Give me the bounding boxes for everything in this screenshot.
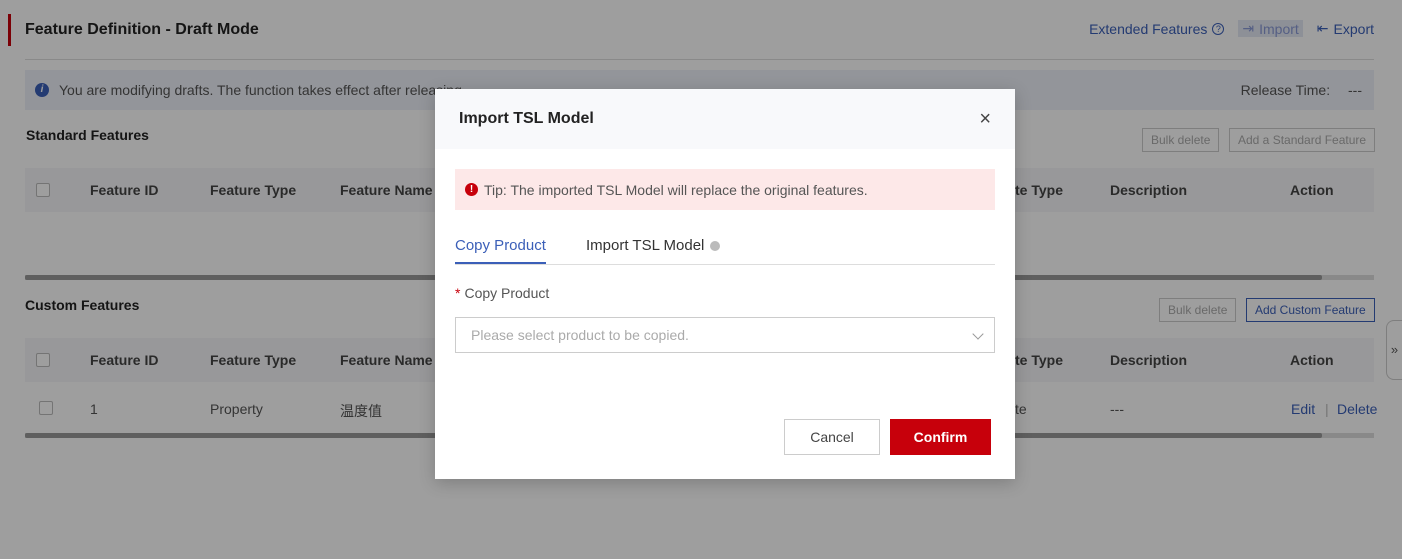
cancel-button[interactable]: Cancel [784, 419, 880, 455]
help-icon[interactable] [710, 241, 721, 252]
copy-product-label: * Copy Product [455, 285, 549, 301]
import-tabs: Copy Product Import TSL Model [455, 229, 995, 265]
copy-product-label-text: Copy Product [464, 285, 550, 301]
copy-product-select[interactable]: Please select product to be copied. [455, 317, 995, 353]
tab-import-tsl-model[interactable]: Import TSL Model [586, 237, 721, 262]
replace-warning: ! Tip: The imported TSL Model will repla… [455, 169, 995, 210]
dialog-header: Import TSL Model × [435, 89, 1015, 149]
warning-icon: ! [465, 183, 478, 196]
close-icon[interactable]: × [979, 109, 991, 129]
tab-copy-product[interactable]: Copy Product [455, 237, 546, 264]
tab-import-tsl-label: Import TSL Model [586, 237, 705, 254]
select-placeholder: Please select product to be copied. [471, 327, 689, 343]
dialog-title: Import TSL Model [459, 110, 594, 127]
required-marker: * [455, 285, 461, 301]
import-tsl-dialog: Import TSL Model × ! Tip: The imported T… [435, 89, 1015, 479]
confirm-button[interactable]: Confirm [890, 419, 991, 455]
warning-text: Tip: The imported TSL Model will replace… [484, 181, 868, 198]
chevron-down-icon [972, 328, 984, 340]
